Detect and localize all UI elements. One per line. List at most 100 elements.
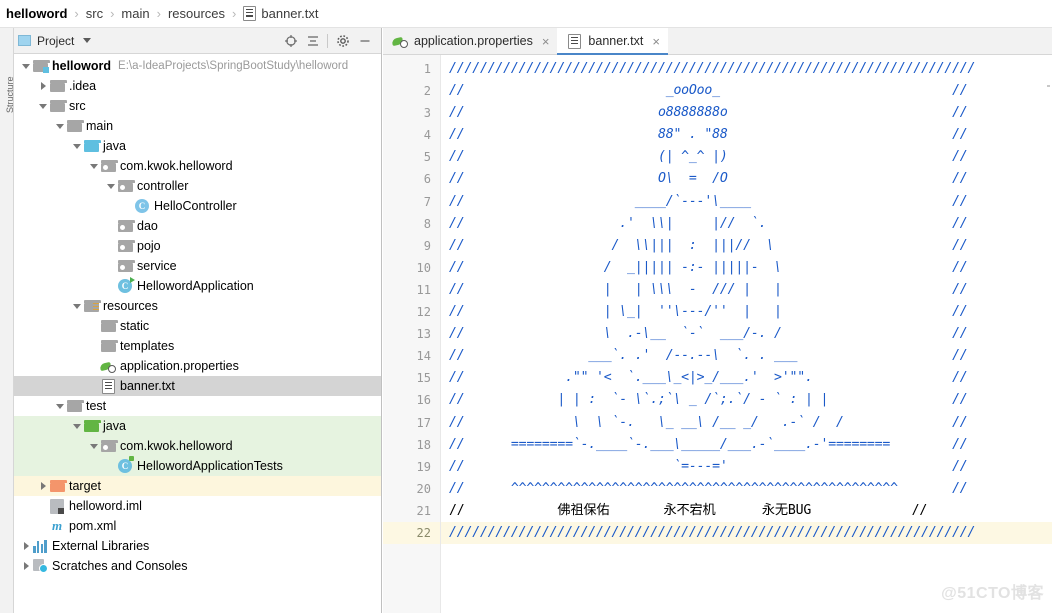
tree-item-java[interactable]: java (14, 416, 381, 436)
tree-item-hellowordapplication[interactable]: C HellowordApplication (14, 276, 381, 296)
tree-expand-arrow[interactable] (88, 440, 100, 452)
code-line: // | \_| ''\---/'' | | // (449, 304, 968, 320)
tree-item-pom-xml[interactable]: m pom.xml (14, 516, 381, 536)
tree-item-label: helloword (52, 59, 112, 73)
locate-icon[interactable] (283, 33, 298, 48)
breadcrumb-separator: › (110, 6, 115, 21)
breadcrumb-item-resources[interactable]: resources (168, 6, 225, 21)
tree-item-templates[interactable]: templates (14, 336, 381, 356)
tree-item-icon (100, 438, 118, 454)
tree-item-icon (117, 178, 135, 194)
tree-expand-arrow[interactable] (37, 80, 49, 92)
tree-item-com-kwok-helloword[interactable]: com.kwok.helloword (14, 156, 381, 176)
tree-item-label: target (69, 479, 101, 493)
line-number: 2 (423, 84, 431, 99)
code-content[interactable]: ////////////////////////////////////////… (441, 55, 1052, 613)
tree-item-test[interactable]: test (14, 396, 381, 416)
collapse-all-icon[interactable] (305, 33, 320, 48)
tree-item-icon: C (117, 277, 135, 294)
editor-tab-label: application.properties (414, 34, 533, 48)
code-line: // \ .-\__ `-` ___/-. / // (449, 326, 968, 342)
tree-item-hellowordapplicationtests[interactable]: C HellowordApplicationTests (14, 456, 381, 476)
tree-item-helloword[interactable]: helloword E:\a-IdeaProjects\SpringBootStu… (14, 56, 381, 76)
tree-expand-arrow[interactable] (71, 300, 83, 312)
tree-item-label: com.kwok.helloword (120, 159, 233, 173)
tree-item-pojo[interactable]: pojo (14, 236, 381, 256)
project-panel-title[interactable]: Project (18, 34, 92, 48)
tree-expand-arrow[interactable] (54, 120, 66, 132)
tree-item-application-properties[interactable]: application.properties (14, 356, 381, 376)
tree-item-target[interactable]: target (14, 476, 381, 496)
settings-gear-icon[interactable] (335, 33, 350, 48)
tree-expand-arrow[interactable] (20, 60, 32, 72)
tree-item-icon (83, 418, 101, 434)
line-number: 3 (423, 106, 431, 121)
tree-item-label: application.properties (120, 359, 239, 373)
breadcrumb-item-project[interactable]: helloword (6, 6, 67, 21)
line-number: 12 (416, 305, 431, 320)
tree-item-label: com.kwok.helloword (120, 439, 233, 453)
text-file-icon (567, 33, 581, 49)
editor-tab-banner-txt[interactable]: banner.txt × (557, 28, 668, 55)
tree-expand-arrow[interactable] (37, 100, 49, 112)
line-number: 22 (383, 521, 440, 545)
tree-item-banner-txt[interactable]: banner.txt (14, 376, 381, 396)
breadcrumb-item-main[interactable]: main (121, 6, 149, 21)
tree-item-com-kwok-helloword[interactable]: com.kwok.helloword (14, 436, 381, 456)
line-number: 10 (416, 260, 431, 275)
line-number: 14 (416, 349, 431, 364)
tree-expand-arrow[interactable] (54, 400, 66, 412)
tree-item-icon: C (117, 456, 134, 474)
resources-folder-icon (83, 300, 101, 312)
tree-expand-arrow[interactable] (20, 540, 32, 552)
tree-item-service[interactable]: service (14, 256, 381, 276)
chevron-down-icon[interactable] (83, 38, 92, 43)
tree-item-label: HelloController (154, 199, 237, 213)
tree-item-external-libraries[interactable]: External Libraries (14, 536, 381, 556)
tree-item-icon (117, 218, 135, 234)
code-line: // ."" '< `.___\_<|>_/___.' >'"". // (449, 370, 968, 386)
project-tree: helloword E:\a-IdeaProjects\SpringBootStu… (14, 54, 381, 576)
tree-item-dao[interactable]: dao (14, 216, 381, 236)
tree-expand-arrow[interactable] (20, 560, 32, 572)
tree-item-label: controller (137, 179, 189, 193)
hide-panel-icon[interactable] (357, 33, 372, 48)
tree-expand-arrow[interactable] (88, 160, 100, 172)
tree-item--idea[interactable]: .idea (14, 76, 381, 96)
close-tab-icon[interactable]: × (542, 34, 550, 49)
close-tab-icon[interactable]: × (652, 34, 660, 49)
tree-item-icon (100, 158, 118, 174)
code-line: // ^^^^^^^^^^^^^^^^^^^^^^^^^^^^^^^^^^^^^… (449, 480, 968, 496)
tree-item-static[interactable]: static (14, 316, 381, 336)
excluded-folder-icon (49, 480, 67, 492)
tree-item-controller[interactable]: controller (14, 176, 381, 196)
test-class-icon: C (118, 456, 134, 473)
tree-item-icon (100, 338, 118, 354)
tree-item-label: pom.xml (69, 519, 117, 533)
tree-expand-arrow[interactable] (105, 180, 117, 192)
tree-item-main[interactable]: main (14, 116, 381, 136)
code-viewport: 1 2 3 4 5 6 7 8 9 10 11 12 13 14 15 16 17 18 19 20 21 22 ////… (383, 55, 1052, 613)
tree-item-java[interactable]: java (14, 136, 381, 156)
tree-item-scratches-and-consoles[interactable]: Scratches and Consoles (14, 556, 381, 576)
code-line: // \ \ `-. \_ __\ /__ _/ .-` / / // (449, 414, 968, 430)
breadcrumb-separator: › (74, 6, 79, 21)
tree-item-resources[interactable]: resources (14, 296, 381, 316)
tree-expand-arrow[interactable] (37, 480, 49, 492)
code-line: // (| ^_^ |) // (449, 149, 968, 165)
tree-item-src[interactable]: src (14, 96, 381, 116)
tree-expand-arrow[interactable] (71, 420, 83, 432)
editor-tab-application-properties[interactable]: application.properties × (383, 28, 558, 54)
scrollbar-mark[interactable] (1047, 85, 1050, 87)
tree-item-hellocontroller[interactable]: C HelloController (14, 196, 381, 216)
properties-file-icon (391, 34, 408, 48)
tree-item-label: HellowordApplicationTests (137, 459, 283, 473)
project-icon (18, 35, 31, 46)
tree-expand-arrow[interactable] (71, 140, 83, 152)
breadcrumb-item-src[interactable]: src (86, 6, 103, 21)
tree-item-label: java (103, 139, 126, 153)
breadcrumb-item-file[interactable]: banner.txt (243, 6, 318, 21)
tree-item-helloword-iml[interactable]: helloword.iml (14, 496, 381, 516)
